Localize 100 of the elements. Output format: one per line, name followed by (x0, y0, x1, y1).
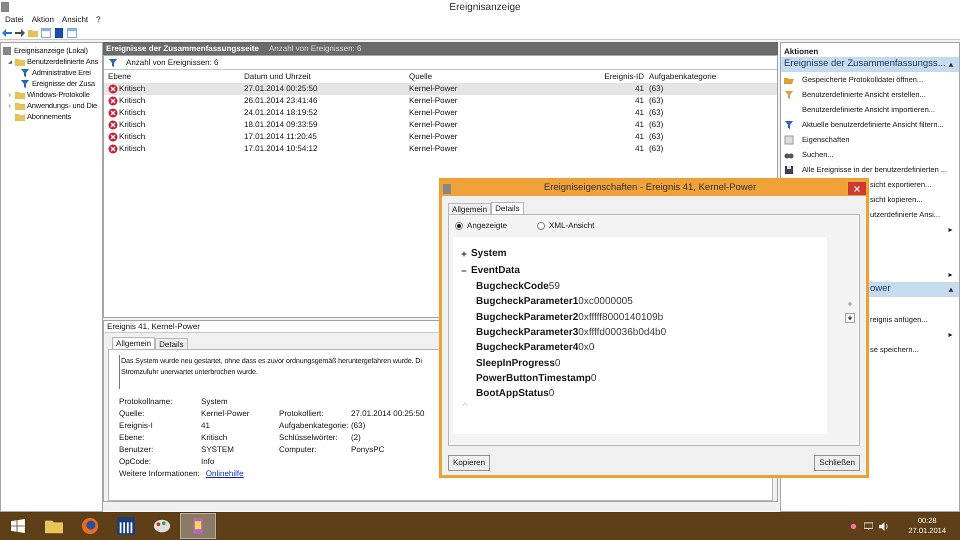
table-row[interactable]: Kritisch 27.01.2014 00:25:50 Kernel-Power 41 (63) (104, 83, 777, 95)
data-name-label: BugcheckParameter4 (476, 341, 578, 356)
data-value: 0x0 (578, 341, 594, 356)
table-cell-text: Kernel-Power (409, 95, 458, 107)
dialog-button[interactable]: Kopieren (448, 455, 490, 471)
menu-item[interactable]: Ansicht (62, 14, 88, 26)
table-cell-text: Kernel-Power (409, 119, 458, 131)
menu-item[interactable]: Aktion (32, 14, 54, 26)
table-cell-text: 24.01.2014 18:19:52 (244, 107, 318, 119)
back-icon (2, 28, 12, 38)
error-icon (108, 132, 118, 142)
field-value: Info (201, 456, 216, 468)
collapse-icon (948, 286, 954, 292)
field-label: OpCode: (119, 456, 152, 468)
data-name-label: SleepInProgress (476, 356, 555, 371)
table-cell-text: Kernel-Power (409, 83, 458, 95)
table-cell: Kritisch (119, 131, 146, 143)
field-value: (2) (351, 432, 361, 444)
properties-icon (784, 134, 794, 144)
tab[interactable]: Details (491, 202, 524, 215)
tab[interactable]: Allgemein (448, 203, 492, 215)
field-value: Kritisch (201, 432, 228, 444)
filter-icon (784, 90, 794, 100)
monitor-icon (864, 522, 874, 530)
data-name-label: BootAppStatus (476, 387, 549, 402)
table-cell-text: (63) (648, 143, 664, 155)
data-value: 0 (590, 372, 596, 386)
table-cell-text: 18.01.2014 09:33:59 (244, 119, 318, 131)
dialog-title: Ereigniseigenschaften - Ereignis 41, Kernel-Power (542, 181, 758, 196)
menu-item[interactable]: Datei (5, 14, 24, 26)
tree-node[interactable]: System (471, 246, 507, 261)
filter-info: Anzahl von Ereignissen: 6 (126, 56, 218, 68)
column-header[interactable]: Aufgabenkategorie (644, 70, 716, 82)
field-label: Protokolliert: (279, 408, 324, 420)
expanded-arrow-icon[interactable] (7, 58, 13, 64)
tab[interactable]: Allgemein (112, 337, 156, 350)
filter-icon (108, 58, 118, 68)
table-cell-text: 17.01.2014 10:54:12 (244, 143, 318, 155)
table-cell-text: Kernel-Power (409, 131, 458, 143)
error-icon (108, 96, 118, 106)
window-title: Ereignisanzeige (448, 0, 522, 14)
table-cell-text: 41 (634, 131, 644, 143)
table-cell-text: 41 (634, 143, 644, 155)
data-value: 59 (548, 280, 560, 294)
plus-icon[interactable] (461, 250, 467, 256)
minus-icon[interactable] (461, 268, 467, 274)
table-cell-text: 27.01.2014 00:25:50 (244, 83, 318, 95)
field-label: Ereignis-I (119, 420, 154, 432)
browser-icon (81, 517, 99, 535)
field-value: 41 (201, 420, 211, 432)
radio-option[interactable]: XML-Ansicht (537, 220, 594, 232)
error-icon (108, 120, 118, 130)
close-button[interactable] (848, 182, 866, 195)
submenu-arrow-icon (948, 272, 953, 278)
table-cell: Kritisch (119, 119, 146, 131)
table-cell-text: (63) (648, 107, 664, 119)
field-value: PonysPC (351, 444, 384, 456)
data-name-label: PowerButtonTimestamp (476, 372, 591, 386)
app-icon (0, 2, 10, 12)
table-cell-text: (63) (648, 83, 664, 95)
table-cell-text: Kernel-Power (409, 143, 458, 155)
table-cell: Kritisch (119, 143, 146, 155)
tab[interactable]: Details (155, 338, 188, 350)
error-icon (108, 144, 118, 154)
field-label: Protokollname: (119, 396, 174, 408)
close-icon (854, 186, 860, 192)
panel-title: Ereignisse der Zusammenfassungsseite (106, 42, 259, 54)
table-cell-text: 41 (634, 107, 644, 119)
table-cell-text: 41 (634, 83, 644, 95)
event-count: Anzahl von Ereignissen: 6 (268, 42, 362, 54)
field-label: Benutzer: (119, 444, 154, 456)
table-cell-text: Kernel-Power (409, 107, 458, 119)
app-icon (442, 184, 452, 194)
radio-option[interactable]: Angezeigte (455, 220, 508, 232)
field-label: Quelle: (119, 408, 146, 420)
submenu-arrow-icon (948, 226, 953, 232)
column-header[interactable]: Ebene (104, 70, 244, 82)
dialog-button[interactable]: Schließen (814, 455, 860, 471)
data-name-label: BugcheckParameter1 (476, 295, 578, 310)
data-name-label: BugcheckCode (476, 280, 549, 294)
field-value: (63) (351, 420, 366, 432)
column-header[interactable]: Quelle (409, 70, 574, 82)
field-label: Computer: (279, 444, 318, 456)
table-cell-text: 41 (634, 119, 644, 131)
column-header[interactable]: Datum und Uhrzeit (244, 70, 409, 82)
move-down-button[interactable] (845, 313, 855, 323)
menu-item[interactable]: ? (96, 14, 101, 26)
field-value: Kernel-Power (201, 408, 250, 420)
table-cell-text: (63) (648, 131, 664, 143)
section-header[interactable]: Ereignisse der Zusammenfassungss... (781, 57, 959, 72)
tree-node[interactable]: EventData (471, 263, 520, 278)
help-link[interactable]: Onlinehilfe (206, 468, 244, 480)
actions-title: Aktionen (783, 46, 820, 57)
submenu-arrow-icon (948, 332, 953, 338)
column-header[interactable]: Ereignis-ID (574, 70, 644, 82)
filter-icon (784, 120, 794, 130)
table-cell-text: (63) (648, 119, 664, 131)
collapse-icon (948, 62, 954, 68)
table-cell: Kritisch (119, 95, 146, 107)
save-icon (784, 164, 794, 174)
